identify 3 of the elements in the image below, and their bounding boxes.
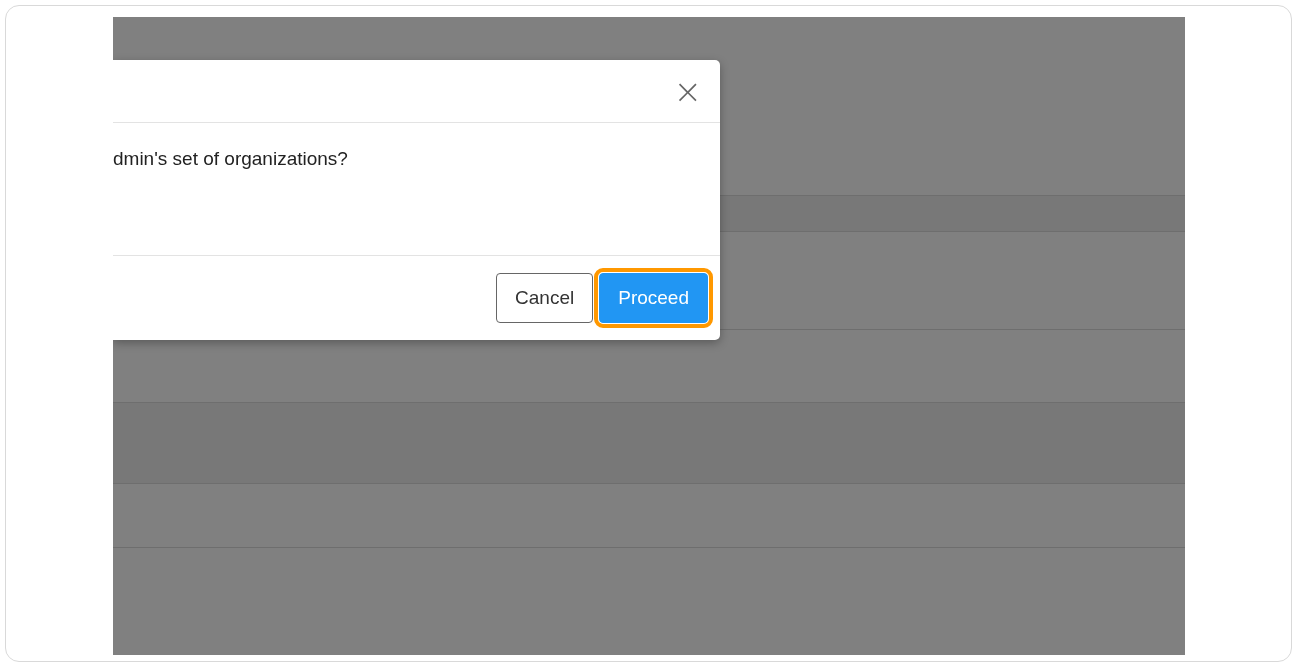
- dialog-message: dmin's set of organizations?: [113, 148, 348, 170]
- close-button[interactable]: ×: [669, 74, 706, 108]
- cancel-button[interactable]: Cancel: [496, 273, 594, 323]
